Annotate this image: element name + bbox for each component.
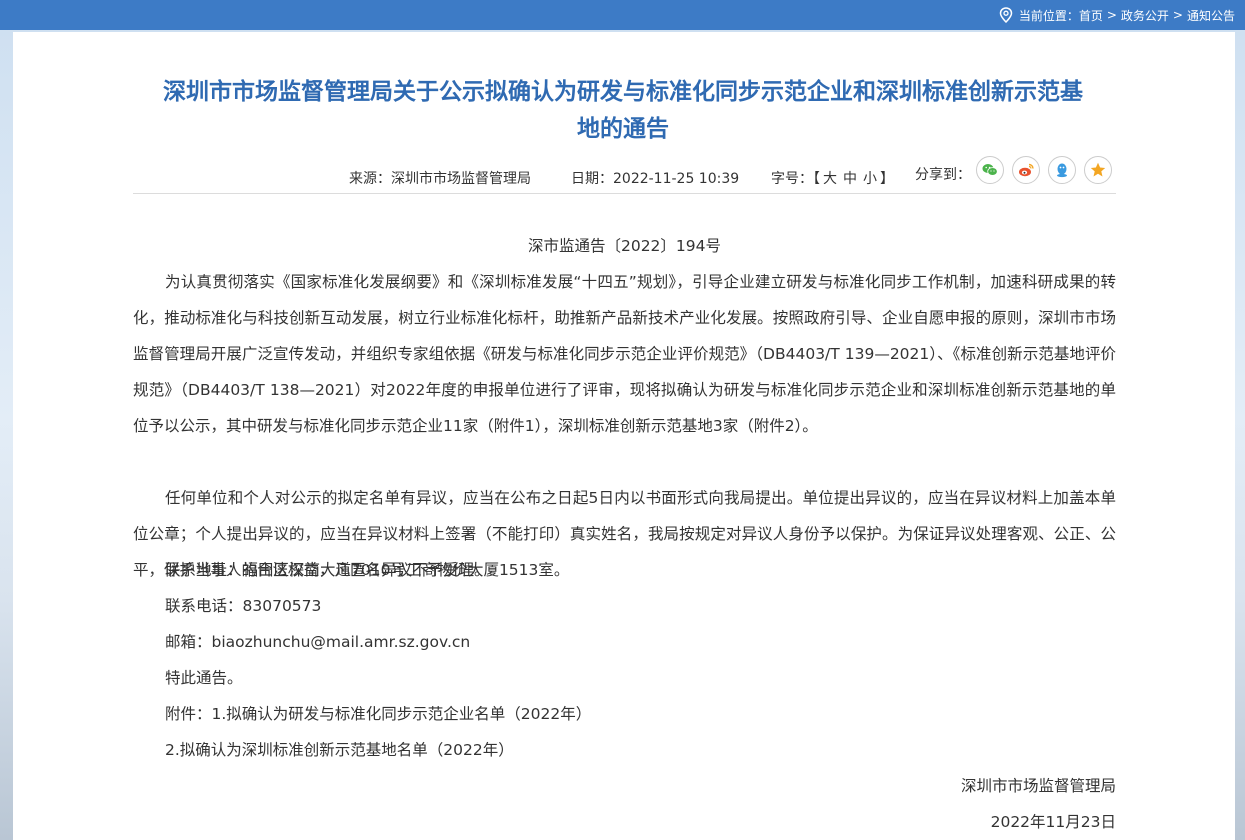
font-size-large[interactable]: 大 bbox=[823, 171, 837, 187]
font-size-small[interactable]: 小 bbox=[863, 171, 877, 187]
qq-icon bbox=[1057, 163, 1067, 178]
breadcrumb-separator: > bbox=[1172, 8, 1183, 22]
breadcrumb-separator: > bbox=[1106, 8, 1117, 22]
wechat-icon bbox=[982, 164, 998, 176]
breadcrumb-gov-affairs[interactable]: 政务公开 bbox=[1121, 7, 1169, 24]
breadcrumb-prefix: 当前位置： bbox=[1018, 8, 1079, 23]
article-meta: 来源：深圳市市场监督管理局 日期：2022-11-25 10:39 字号：【大中… bbox=[133, 156, 1116, 194]
font-size-medium[interactable]: 中 bbox=[843, 171, 857, 187]
page-title: 深圳市市场监督管理局关于公示拟确认为研发与标准化同步示范企业和深圳标准创新示范基… bbox=[133, 74, 1113, 148]
title-line-2: 地的通告 bbox=[577, 116, 669, 142]
font-size-bracket-open: 【 bbox=[813, 171, 820, 187]
paragraph-1: 为认真贯彻落实《国家标准化发展纲要》和《深圳标准发展“十四五”规划》，引导企业建… bbox=[133, 273, 1116, 435]
document-number: 深市监通告〔2022〕194号 bbox=[527, 237, 722, 255]
contact-email: 邮箱：biaozhunchu@mail.amr.sz.gov.cn bbox=[165, 633, 471, 651]
contact-phone: 联系电话：83070573 bbox=[165, 597, 322, 615]
article-panel: 深圳市市场监督管理局关于公示拟确认为研发与标准化同步示范企业和深圳标准创新示范基… bbox=[13, 32, 1235, 840]
source-label: 来源：深圳市市场监督管理局 bbox=[349, 171, 531, 187]
breadcrumb-notices[interactable]: 通知公告 bbox=[1187, 7, 1235, 24]
location-pin-icon bbox=[999, 7, 1013, 23]
share-wechat-button[interactable] bbox=[976, 156, 1004, 184]
font-size-label: 字号： bbox=[771, 171, 813, 187]
contact-address: 联系地址：福田区深南大道7010号工商物价大厦1513室。 bbox=[165, 561, 570, 579]
closing-text: 特此通告。 bbox=[165, 669, 243, 687]
share-favorite-button[interactable] bbox=[1084, 156, 1112, 184]
font-size-control: 字号：【大中小】 bbox=[771, 168, 894, 188]
font-size-bracket-close: 】 bbox=[880, 171, 894, 187]
share-qq-button[interactable] bbox=[1048, 156, 1076, 184]
title-line-1: 深圳市市场监督管理局关于公示拟确认为研发与标准化同步示范企业和深圳标准创新示范基 bbox=[163, 79, 1083, 105]
breadcrumb-home[interactable]: 首页 bbox=[1079, 7, 1103, 24]
signature: 深圳市市场监督管理局 bbox=[960, 777, 1116, 795]
favorite-icon bbox=[1090, 162, 1106, 177]
share-weibo-button[interactable] bbox=[1012, 156, 1040, 184]
attachment-2-link[interactable]: 2.拟确认为深圳标准创新示范基地名单（2022年） bbox=[165, 732, 514, 768]
attachment-1-link[interactable]: 附件：1.拟确认为研发与标准化同步示范企业名单（2022年） bbox=[165, 696, 591, 732]
share-label: 分享到： bbox=[915, 167, 971, 183]
weibo-icon bbox=[1019, 163, 1034, 177]
breadcrumb: 当前位置： 首页 > 政务公开 > 通知公告 bbox=[999, 6, 1235, 24]
top-bar: 当前位置： 首页 > 政务公开 > 通知公告 bbox=[0, 0, 1245, 30]
date-label: 日期：2022-11-25 10:39 bbox=[571, 171, 740, 187]
sign-date: 2022年11月23日 bbox=[990, 813, 1116, 831]
